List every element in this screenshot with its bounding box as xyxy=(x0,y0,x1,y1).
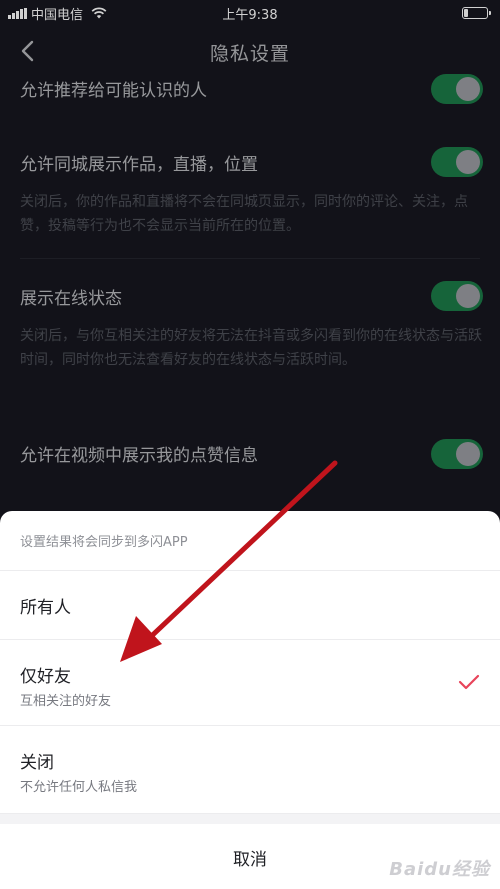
option-title: 仅好友 xyxy=(20,667,71,687)
sheet-gap xyxy=(0,814,500,824)
action-sheet: 设置结果将会同步到多闪APP 所有人 仅好友 互相关注的好友 关闭 不允许任何人… xyxy=(0,511,500,889)
option-everyone[interactable]: 所有人 xyxy=(0,571,500,640)
option-title: 所有人 xyxy=(20,598,71,618)
option-subtitle: 互相关注的好友 xyxy=(20,694,112,709)
checkmark-icon xyxy=(458,674,480,690)
option-off[interactable]: 关闭 不允许任何人私信我 xyxy=(0,726,500,814)
option-subtitle: 不允许任何人私信我 xyxy=(20,780,138,795)
option-friends-only[interactable]: 仅好友 互相关注的好友 xyxy=(0,640,500,726)
watermark-logo: Baidu经验 xyxy=(389,859,490,880)
sheet-header: 设置结果将会同步到多闪APP xyxy=(0,511,500,571)
option-title: 关闭 xyxy=(20,753,54,773)
